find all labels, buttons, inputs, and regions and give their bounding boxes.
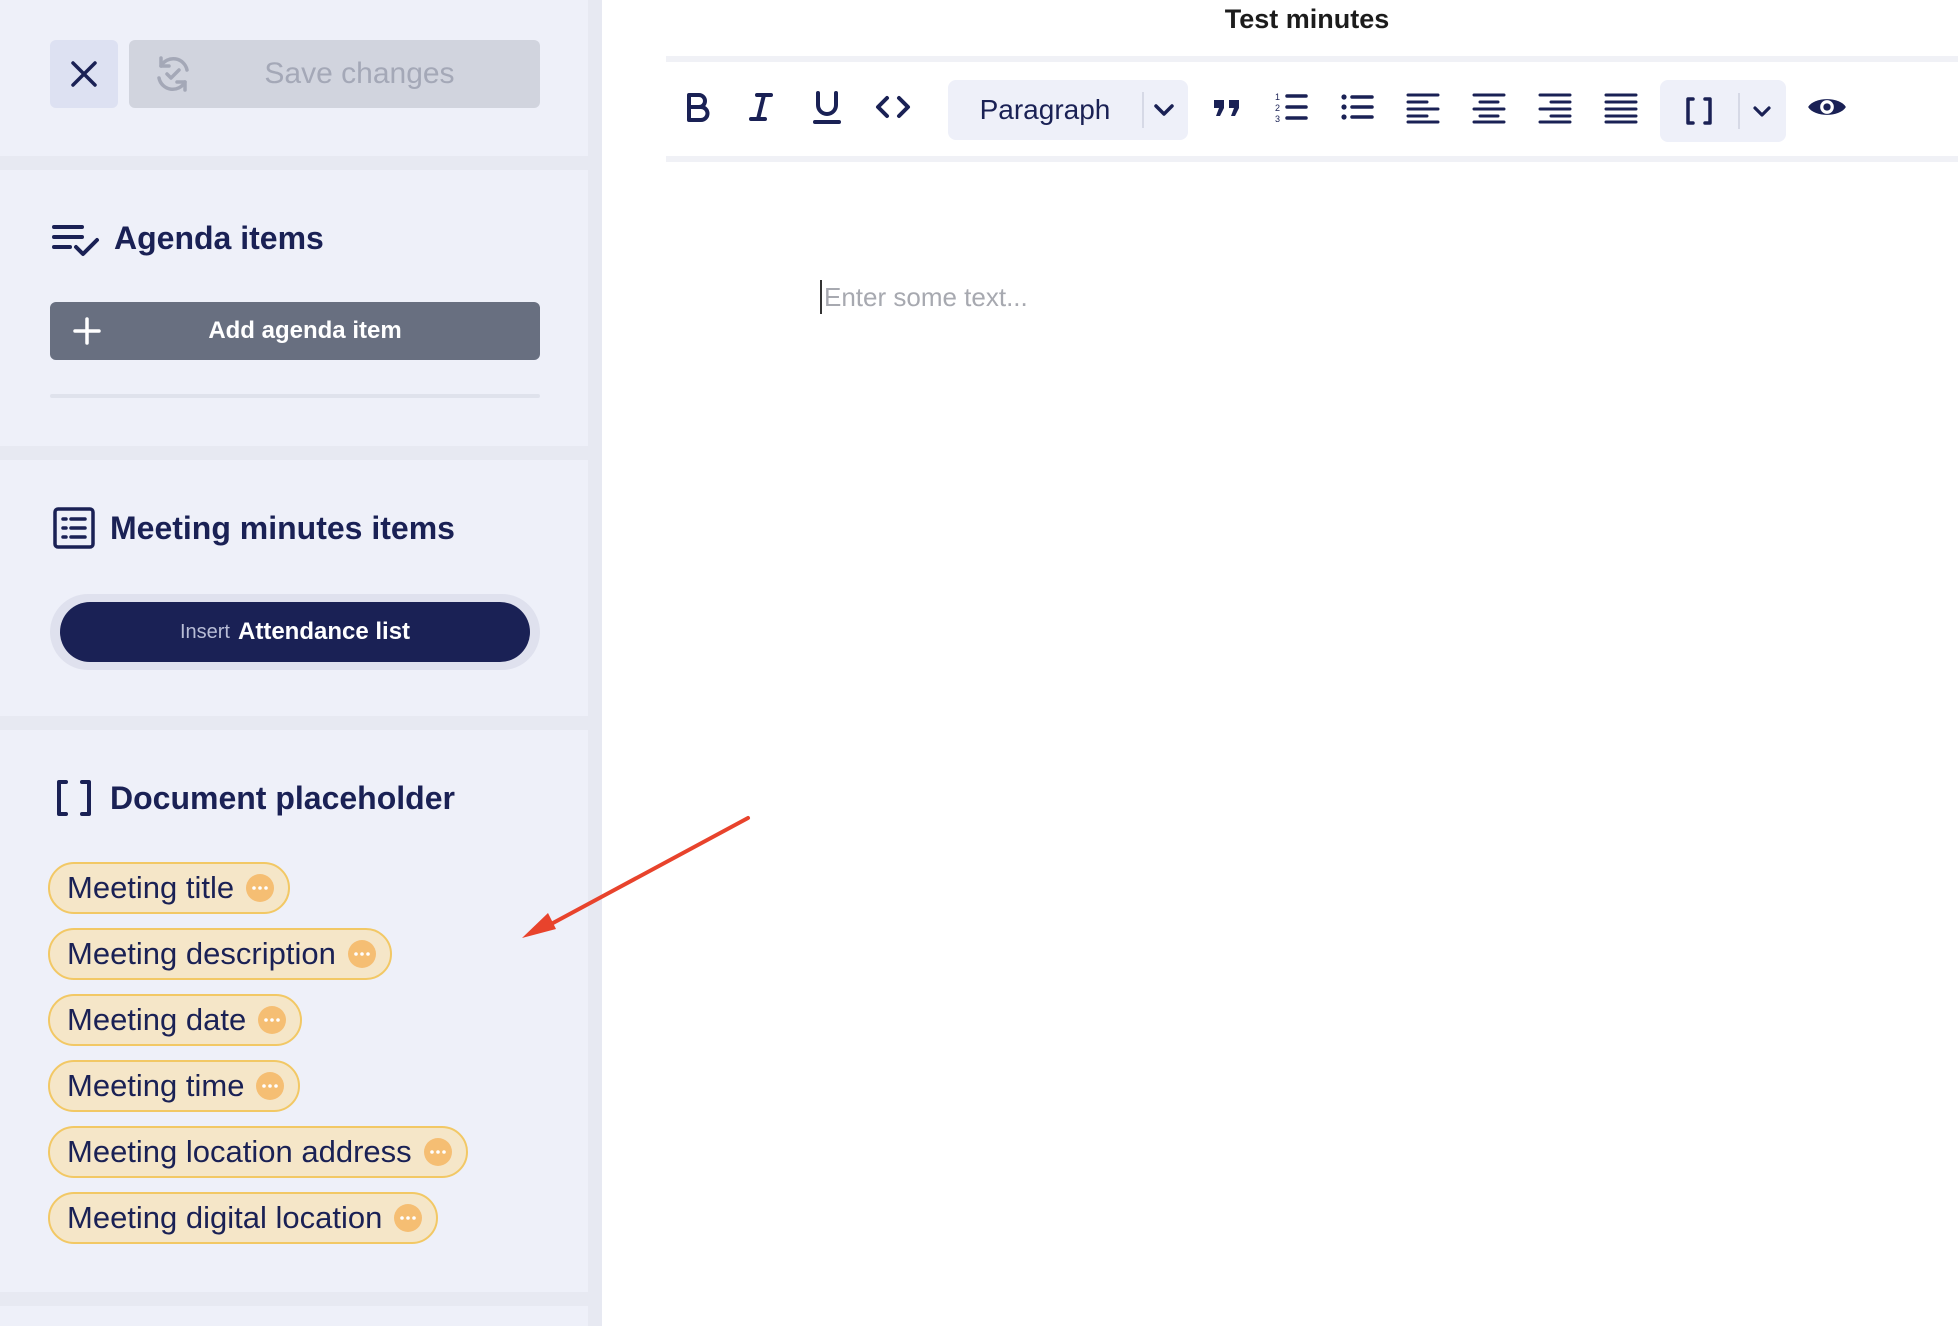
underline-button[interactable] [802,82,852,132]
chip-label: Meeting description [67,936,336,971]
placeholder-chip[interactable]: Meeting location address [48,1126,468,1178]
underline-icon [813,91,841,124]
plus-icon [73,317,101,345]
quote-icon [1214,100,1239,116]
align-center-icon [1472,93,1506,124]
agenda-heading-text: Agenda items [114,220,324,256]
agenda-panel: Agenda items Add agenda item [0,170,588,446]
ordered-list-button[interactable]: 123 [1266,82,1316,132]
chevron-down-icon [1144,103,1184,117]
chip-label: Meeting location address [67,1134,412,1169]
sidebar: Save changes Agenda items Add agenda ite… [0,0,602,1326]
agenda-heading: Agenda items [52,220,324,257]
document-title: Test minutes [1224,4,1390,34]
placeholder-insert-select[interactable] [1660,80,1786,142]
blockquote-button[interactable] [1202,82,1252,132]
align-center-button[interactable] [1464,82,1514,132]
more-icon[interactable] [423,1138,452,1166]
svg-text:3: 3 [1275,114,1280,124]
insert-prefix: Insert [179,620,230,643]
italic-icon [749,93,773,121]
minutes-heading-text: Meeting minutes items [110,509,455,546]
svg-text:2: 2 [1275,103,1280,113]
insert-label: Attendance list [238,618,411,645]
minutes-heading: Meeting minutes items [52,506,455,550]
italic-button[interactable] [736,82,786,132]
placeholder-chip-list: Meeting title Meeting description Meetin… [48,862,468,1258]
insert-attendance-wrapper: Insert Attendance list [50,594,540,670]
placeholder-chip[interactable]: Meeting digital location [48,1192,439,1244]
ordered-list-icon: 123 [1275,92,1308,124]
placeholder-heading: Document placeholder [52,776,455,820]
add-agenda-item-button[interactable]: Add agenda item [50,302,540,360]
bullet-list-button[interactable] [1332,82,1382,132]
more-icon[interactable] [246,874,275,902]
toolbar-border-top [666,56,1958,62]
preview-button[interactable] [1802,82,1852,132]
minutes-panel: Meeting minutes items Insert Attendance … [0,460,588,716]
sidebar-next-panel [0,1306,588,1326]
insert-attendance-list-button[interactable]: Insert Attendance list [60,602,530,662]
list-box-icon [53,507,95,549]
eye-icon [1808,99,1846,115]
svg-text:1: 1 [1275,92,1280,102]
more-icon[interactable] [258,1006,287,1034]
checklist-icon [52,224,99,256]
more-icon[interactable] [394,1204,423,1232]
formatting-toolbar: Paragraph 123 [666,72,1958,148]
close-icon [71,61,97,87]
placeholder-chip[interactable]: Meeting date [48,994,303,1046]
add-agenda-item-label: Add agenda item [208,317,402,344]
chip-label: Meeting date [67,1002,247,1037]
placeholder-chip[interactable]: Meeting time [48,1060,301,1112]
brackets-icon [57,780,91,816]
chip-label: Meeting time [67,1068,245,1103]
more-icon[interactable] [347,940,376,968]
placeholder-chip[interactable]: Meeting title [48,862,291,914]
bold-icon [687,93,710,122]
chevron-down-icon [1740,105,1784,117]
toolbar-border-bottom [666,156,1958,162]
block-type-select[interactable]: Paragraph [948,80,1188,140]
save-changes-label: Save changes [264,57,455,90]
align-right-icon [1538,93,1572,124]
bold-button[interactable] [672,82,722,132]
code-icon [876,96,910,118]
more-icon[interactable] [256,1072,285,1100]
agenda-divider [50,394,540,398]
brackets-icon [1660,94,1738,128]
align-justify-button[interactable] [1596,82,1646,132]
align-left-button[interactable] [1398,82,1448,132]
editor-text-area[interactable]: Enter some text... [820,280,1028,314]
chip-label: Meeting digital location [67,1200,383,1235]
block-type-label: Paragraph [979,94,1111,125]
placeholder-chip[interactable]: Meeting description [48,928,392,980]
chip-label: Meeting title [67,870,235,905]
align-right-button[interactable] [1530,82,1580,132]
save-changes-button[interactable]: Save changes [129,40,540,108]
placeholder-panel: Document placeholder Meeting title Meeti… [0,730,588,1292]
bullet-list-icon [1341,94,1374,120]
close-button[interactable] [50,40,118,108]
placeholder-heading-text: Document placeholder [110,779,455,816]
sidebar-actions-panel: Save changes [0,0,588,156]
editor-area: Test minutes Paragraph 123 [602,0,1958,1326]
align-justify-icon [1604,93,1638,124]
code-button[interactable] [868,82,918,132]
align-left-icon [1406,93,1440,124]
